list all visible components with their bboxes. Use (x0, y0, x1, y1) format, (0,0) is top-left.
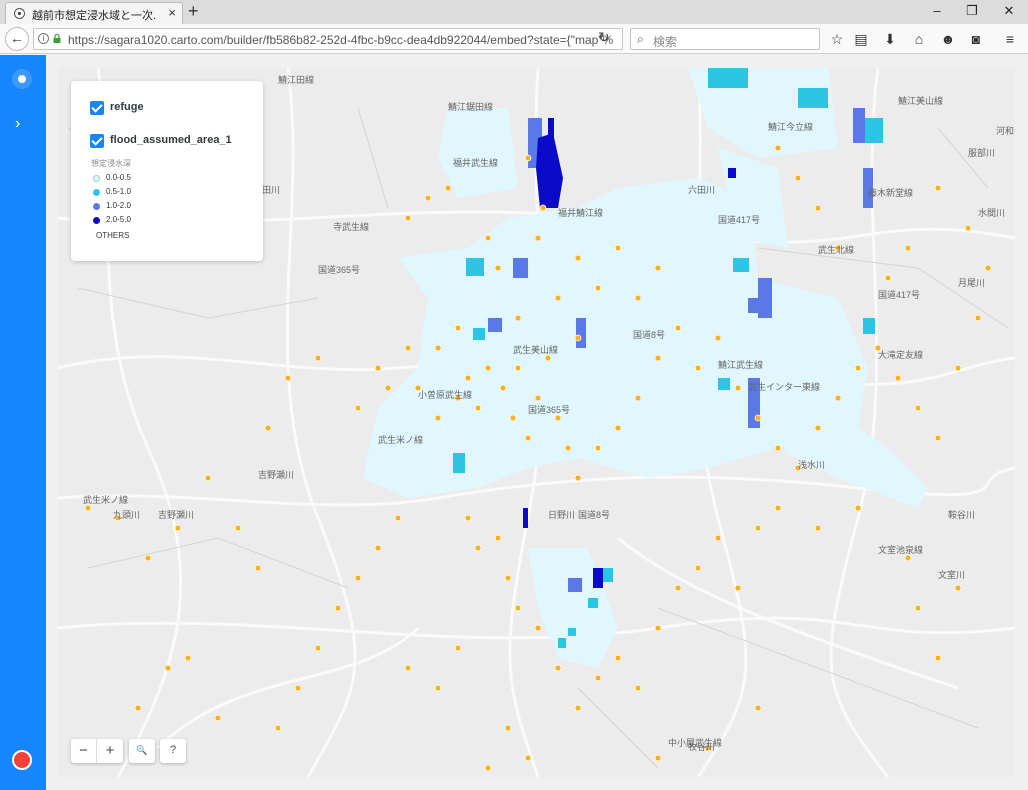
browser-tab-bar: 越前市想定浸水域と一次... × + – ❐ ✕ (0, 0, 1028, 24)
legend-label: 1.0-2.0 (106, 201, 131, 210)
map-label: 国道365号 (318, 264, 360, 275)
map-label: 牧谷川 (688, 741, 715, 752)
address-bar[interactable]: i https://sagara1020.carto.com/builder/f… (33, 28, 623, 50)
map-label: 六田川 (688, 184, 715, 195)
zoom-out-button[interactable]: − (71, 739, 97, 763)
map-label: 武生インター東線 (748, 381, 820, 392)
map-label: 武生米ノ線 (83, 494, 128, 505)
url-text: https://sagara1020.carto.com/builder/fb5… (68, 33, 614, 47)
browser-tab[interactable]: 越前市想定浸水域と一次... × (5, 2, 183, 24)
map-label: 寺武生線 (333, 221, 369, 232)
map-label: 鯖江美山線 (898, 95, 943, 106)
layer-name: flood_assumed_area_1 (110, 134, 232, 146)
reading-list-icon[interactable]: ▤ (852, 31, 870, 48)
search-icon: ⌕ (637, 32, 644, 46)
pocket-icon[interactable]: ◙ (967, 31, 985, 47)
map-label: 大滝定友線 (878, 349, 923, 360)
legend-label: 0.0-0.5 (106, 173, 131, 182)
browser-nav-bar: ← i https://sagara1020.carto.com/builder… (0, 24, 1028, 54)
map-label: 福井鯖江線 (558, 207, 603, 218)
download-icon[interactable]: ⬇ (881, 31, 899, 48)
legend-swatch (93, 217, 100, 224)
restore-button[interactable]: ❐ (960, 3, 984, 19)
map-label: 日野川 (548, 510, 575, 520)
checkbox-checked-icon[interactable] (90, 101, 104, 115)
legend-swatch (93, 175, 100, 182)
hello-icon[interactable]: ☻ (939, 31, 957, 47)
map-label: 鯖江今立線 (768, 121, 813, 132)
map-label: 文室池泉線 (878, 544, 923, 555)
lock-icon (53, 34, 61, 43)
map-label: 吉野瀬川 (258, 469, 294, 480)
map-label: 国道365号 (528, 404, 570, 415)
map-label: 武生美山線 (513, 344, 558, 355)
carto-logo-icon[interactable] (12, 750, 32, 770)
close-window-button[interactable]: ✕ (997, 3, 1021, 19)
map-label: 河和 (996, 125, 1014, 136)
search-placeholder: 検索 (653, 35, 678, 49)
map-label: 小曽原武生線 (418, 389, 472, 400)
legend-swatch (93, 189, 100, 196)
help-button[interactable]: ? (160, 739, 186, 763)
map-search-button[interactable]: 🔍 (129, 739, 155, 763)
magnifier-icon: 🔍 (136, 745, 148, 755)
legend-label: 0.5-1.0 (106, 187, 131, 196)
map-label: 武生米ノ線 (378, 434, 423, 445)
checkbox-checked-icon[interactable] (90, 134, 104, 148)
legend-others: OTHERS (96, 231, 130, 240)
map-label: 国道8号 (633, 329, 665, 340)
layer-name: refuge (110, 101, 144, 113)
menu-icon[interactable]: ≡ (1001, 31, 1019, 47)
zoom-in-button[interactable]: + (97, 739, 123, 763)
map-label: 服部川 (968, 147, 995, 158)
map-label: 浅水川 (798, 459, 825, 470)
map-label: 国道417号 (718, 214, 760, 225)
map-label: 国道8号 (578, 509, 610, 520)
new-tab-button[interactable]: + (188, 1, 199, 22)
layers-icon[interactable] (12, 69, 32, 89)
carto-favicon-icon (14, 8, 25, 19)
map-label: 武生北線 (818, 244, 854, 255)
minimize-button[interactable]: – (925, 3, 949, 18)
tab-title: 越前市想定浸水域と一次... (32, 10, 157, 22)
legend-panel: refuge flood_assumed_area_1 想定浸水深 0.0-0.… (71, 81, 263, 261)
chevron-right-icon[interactable]: › (15, 115, 20, 133)
map-label: 鯖江武生線 (718, 359, 763, 370)
map-label: 吉野瀬川 (158, 509, 194, 520)
map-label: 水間川 (978, 207, 1005, 218)
legend-swatch (93, 203, 100, 210)
map-label: 九頭川 (113, 510, 140, 520)
map-label: 鞍谷川 (948, 509, 975, 520)
search-bar[interactable]: ⌕ 検索 (630, 28, 820, 50)
map-label: 月尾川 (958, 278, 985, 288)
map-label: 鯖江田線 (278, 74, 314, 85)
map-label: 福井武生線 (453, 157, 498, 168)
tab-close-button[interactable]: × (168, 5, 176, 20)
info-icon[interactable]: i (38, 33, 49, 44)
zoom-control: − + (71, 739, 123, 763)
map-label: 文室川 (938, 569, 965, 580)
home-icon[interactable]: ⌂ (910, 31, 928, 47)
bookmark-star-icon[interactable]: ☆ (828, 31, 846, 48)
map-label: 藤木新堂線 (868, 187, 913, 198)
map-label: 鯖江鋸田線 (448, 101, 493, 112)
map-label: 国道417号 (878, 289, 920, 300)
builder-sidebar: › (0, 55, 46, 790)
legend-title: 想定浸水深 (91, 159, 131, 168)
back-button[interactable]: ← (5, 27, 29, 51)
legend-label: 2.0-5.0 (106, 215, 131, 224)
reload-icon[interactable]: ↻ (598, 29, 610, 46)
